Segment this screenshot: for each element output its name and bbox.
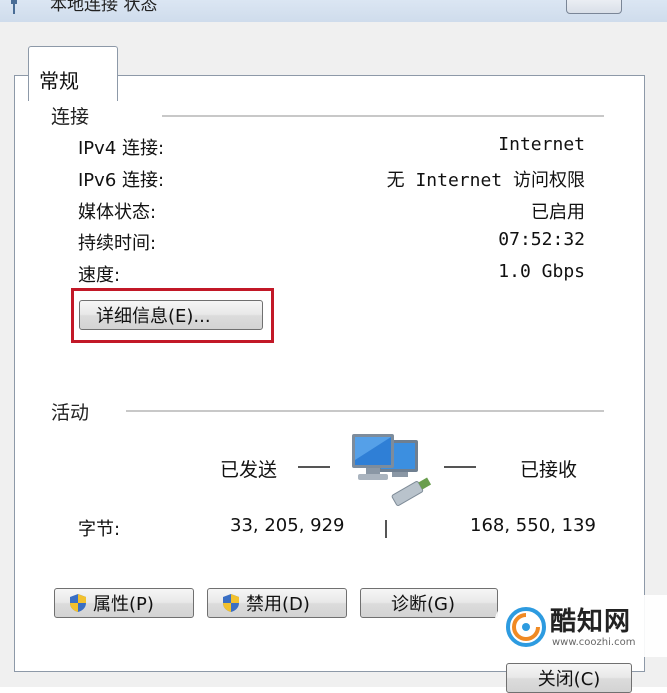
received-label: 已接收 [520, 459, 578, 481]
bytes-received-value: 168, 550, 139 [470, 515, 596, 536]
ipv6-value-mid: Internet [415, 170, 503, 191]
media-state-label: 媒体状态: [78, 202, 157, 223]
highlight-annotation-box [71, 288, 274, 343]
watermark: 酷知网 www.coozhi.com [494, 595, 667, 657]
sent-label: 已发送 [220, 459, 278, 481]
duration-value: 07:52:32 [498, 229, 585, 250]
tab-general-label: 常规 [39, 69, 79, 93]
diagnose-button-label: 诊断(G) [391, 594, 455, 615]
uac-shield-icon [70, 594, 86, 612]
received-dash [444, 466, 476, 468]
bytes-sent-value: 33, 205, 929 [230, 515, 345, 536]
ipv6-label: IPv6 连接: [78, 170, 165, 191]
network-connection-icon [11, 0, 17, 14]
window-close-button[interactable] [566, 0, 622, 14]
dialog-window: 本地连接 状态 常规 [0, 0, 667, 687]
ipv4-label: IPv4 连接: [78, 138, 165, 159]
bytes-label: 字节: [78, 519, 121, 540]
close-button-label: 关闭(C) [537, 669, 601, 690]
diagnose-button[interactable]: 诊断(G) [360, 588, 498, 618]
disable-button[interactable]: 禁用(D) [207, 588, 347, 618]
activity-divider-tick [385, 520, 387, 538]
properties-button-label: 属性(P) [93, 594, 154, 615]
ipv4-value: Internet [498, 134, 585, 155]
speed-value: 1.0 Gbps [498, 261, 585, 282]
uac-shield-icon [223, 594, 239, 612]
media-state-value: 已启用 [531, 202, 585, 223]
watermark-name: 酷知网 [550, 607, 632, 637]
connection-group-title: 连接 [51, 106, 90, 128]
properties-button[interactable]: 属性(P) [54, 588, 194, 618]
watermark-url: www.coozhi.com [552, 637, 636, 648]
coozhi-logo-icon [506, 607, 546, 647]
ipv6-value-prefix: 无 [386, 170, 405, 191]
title-bar: 本地连接 状态 [0, 0, 667, 22]
activity-group-divider [126, 410, 604, 412]
disable-button-label: 禁用(D) [246, 594, 310, 615]
activity-group-title: 活动 [51, 402, 90, 424]
general-panel [14, 75, 645, 672]
network-computers-icon [352, 434, 432, 506]
duration-label: 持续时间: [78, 233, 157, 254]
sent-dash [298, 466, 330, 468]
ipv6-value: 无 Internet 访问权限 [387, 166, 585, 192]
tab-general[interactable]: 常规 [28, 46, 118, 101]
speed-label: 速度: [78, 265, 121, 286]
ipv6-value-suffix: 访问权限 [513, 170, 585, 191]
close-button[interactable]: 关闭(C) [506, 663, 632, 693]
connection-group-divider [162, 115, 604, 117]
window-title: 本地连接 状态 [50, 0, 158, 15]
